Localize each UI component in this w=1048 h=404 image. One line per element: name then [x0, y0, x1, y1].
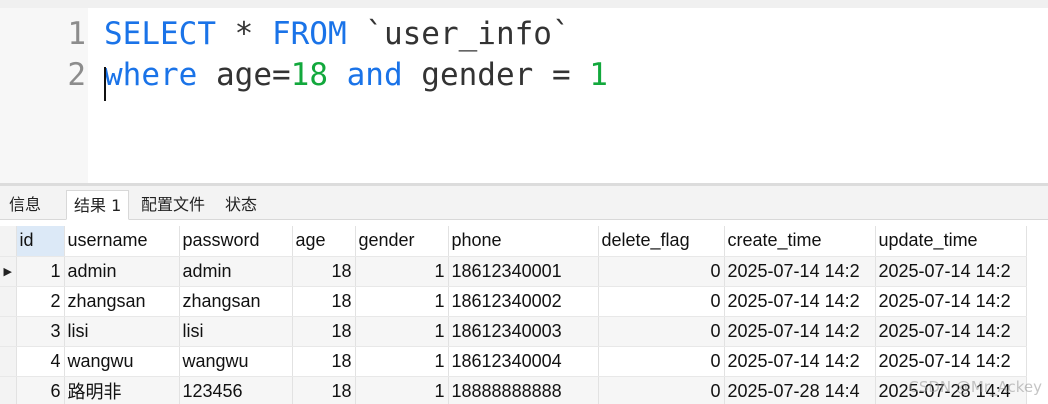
tab-profile[interactable]: 配置文件: [134, 190, 212, 220]
cell-create-time[interactable]: 2025-07-28 14:4: [724, 376, 876, 404]
cell-id[interactable]: 6: [16, 376, 65, 404]
cell-password[interactable]: 123456: [179, 376, 293, 404]
cell-update-time[interactable]: 2025-07-14 14:2: [875, 316, 1027, 347]
row-selector[interactable]: ▶: [0, 256, 17, 287]
cell-age[interactable]: 18: [292, 256, 356, 287]
keyword-where: where: [104, 57, 198, 93]
cell-phone[interactable]: 18612340003: [448, 316, 599, 347]
row-header-corner: [0, 226, 17, 257]
cell-username[interactable]: zhangsan: [64, 286, 180, 317]
cell-id[interactable]: 4: [16, 346, 65, 377]
cell-username[interactable]: admin: [64, 256, 180, 287]
cell-delete-flag[interactable]: 0: [598, 316, 725, 347]
cell-password[interactable]: zhangsan: [179, 286, 293, 317]
line-number: 1: [67, 16, 86, 52]
cell-id[interactable]: 2: [16, 286, 65, 317]
row-selector[interactable]: [0, 376, 17, 404]
result-table: id username password age gender phone de…: [0, 226, 1027, 404]
cell-age[interactable]: 18: [292, 346, 356, 377]
cell-phone[interactable]: 18612340002: [448, 286, 599, 317]
cell-gender[interactable]: 1: [355, 376, 449, 404]
table-row[interactable]: 2 zhangsan zhangsan 18 1 18612340002 0 2025-07-…: [0, 286, 1027, 317]
cell-username[interactable]: 路明非: [64, 376, 180, 404]
cell-age[interactable]: 18: [292, 316, 356, 347]
text-caret: [104, 67, 106, 101]
result-grid[interactable]: id username password age gender phone de…: [0, 226, 1048, 404]
column-header-phone[interactable]: phone: [448, 226, 599, 257]
cell-password[interactable]: wangwu: [179, 346, 293, 377]
cell-create-time[interactable]: 2025-07-14 14:2: [724, 286, 876, 317]
row-selector[interactable]: [0, 316, 17, 347]
cell-age[interactable]: 18: [292, 286, 356, 317]
keyword-from: FROM: [271, 16, 347, 52]
column-header-age[interactable]: age: [292, 226, 356, 257]
tab-info[interactable]: 信息: [2, 190, 48, 220]
cell-gender[interactable]: 1: [355, 346, 449, 377]
cell-update-time[interactable]: 2025-07-14 14:2: [875, 286, 1027, 317]
header-row: id username password age gender phone de…: [0, 226, 1027, 257]
table-row[interactable]: 3 lisi lisi 18 1 18612340003 0 2025-07-14 14:2 2…: [0, 316, 1027, 347]
keyword-and: and: [327, 57, 403, 93]
tab-status[interactable]: 状态: [218, 190, 264, 220]
cell-username[interactable]: lisi: [64, 316, 180, 347]
cell-create-time[interactable]: 2025-07-14 14:2: [724, 316, 876, 347]
cell-password[interactable]: admin: [179, 256, 293, 287]
cell-username[interactable]: wangwu: [64, 346, 180, 377]
keyword-select: SELECT: [104, 16, 216, 52]
cell-id[interactable]: 1: [16, 256, 65, 287]
cell-phone[interactable]: 18612340004: [448, 346, 599, 377]
cell-create-time[interactable]: 2025-07-14 14:2: [724, 346, 876, 377]
table-row[interactable]: ▶ 1 admin admin 18 1 18612340001 0 2025-07-14 14…: [0, 256, 1027, 287]
column-gender: gender =: [402, 57, 590, 93]
code-line-1[interactable]: SELECT * FROM `user_info`: [104, 14, 571, 54]
column-header-username[interactable]: username: [64, 226, 180, 257]
cell-gender[interactable]: 1: [355, 286, 449, 317]
column-age: age=: [197, 57, 291, 93]
cell-update-time[interactable]: 2025-07-14 14:2: [875, 256, 1027, 287]
column-header-update-time[interactable]: update_time: [875, 226, 1027, 257]
cell-delete-flag[interactable]: 0: [598, 256, 725, 287]
line-number-gutter: 1 2: [0, 8, 88, 185]
column-header-gender[interactable]: gender: [355, 226, 449, 257]
cell-id[interactable]: 3: [16, 316, 65, 347]
row-selector[interactable]: [0, 346, 17, 377]
cell-age[interactable]: 18: [292, 376, 356, 404]
table-row[interactable]: 6 路明非 123456 18 1 18888888888 0 2025-07-28 14:4…: [0, 376, 1027, 404]
cell-phone[interactable]: 18888888888: [448, 376, 599, 404]
operator-star: *: [215, 16, 272, 52]
cell-delete-flag[interactable]: 0: [598, 376, 725, 404]
column-header-create-time[interactable]: create_time: [724, 226, 876, 257]
column-header-id[interactable]: id: [16, 226, 65, 257]
line-number: 2: [67, 57, 86, 93]
code-line-2[interactable]: where age=18 and gender = 1: [104, 55, 608, 95]
cell-delete-flag[interactable]: 0: [598, 286, 725, 317]
column-header-delete-flag[interactable]: delete_flag: [598, 226, 725, 257]
table-row[interactable]: 4 wangwu wangwu 18 1 18612340004 0 2025-07-14 1…: [0, 346, 1027, 377]
cell-delete-flag[interactable]: 0: [598, 346, 725, 377]
cell-phone[interactable]: 18612340001: [448, 256, 599, 287]
result-tabbar: 信息 结果 1 配置文件 状态: [0, 186, 1048, 220]
sql-editor[interactable]: 1 2 SELECT * FROM `user_info` where age=…: [0, 0, 1048, 185]
number-literal: 1: [589, 57, 608, 93]
cell-gender[interactable]: 1: [355, 256, 449, 287]
watermark: CSDN @Mr_Ackey: [908, 378, 1042, 396]
cell-gender[interactable]: 1: [355, 316, 449, 347]
cell-password[interactable]: lisi: [179, 316, 293, 347]
row-selector[interactable]: [0, 286, 17, 317]
cell-create-time[interactable]: 2025-07-14 14:2: [724, 256, 876, 287]
table-name: `user_info`: [346, 16, 571, 52]
column-header-password[interactable]: password: [179, 226, 293, 257]
cell-update-time[interactable]: 2025-07-14 14:2: [875, 346, 1027, 377]
number-literal: 18: [290, 57, 328, 93]
tab-result-1[interactable]: 结果 1: [66, 190, 130, 220]
